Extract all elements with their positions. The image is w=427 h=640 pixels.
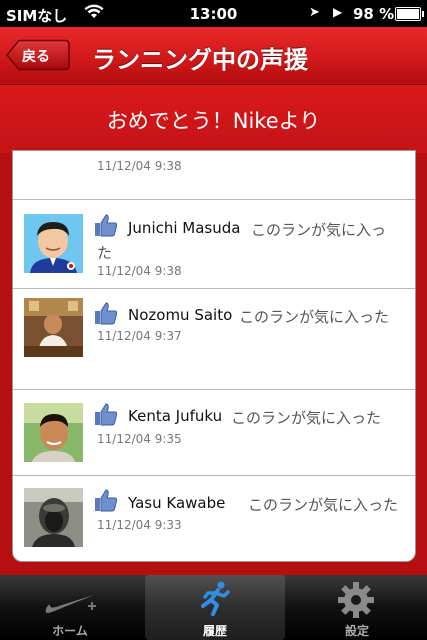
timestamp: 11/12/04 9:37 <box>97 329 182 343</box>
back-button[interactable]: 戻る <box>6 39 70 71</box>
list-item[interactable]: Junichi Masuda このランが気に入っ た 11/12/04 9:38 <box>13 200 415 289</box>
status-bar: SIMなし 13:00 ➤ ▶ 98 % <box>0 0 427 27</box>
cheer-message-continued: た <box>97 244 113 262</box>
tab-bar: ホーム 履歴 設定 <box>0 575 427 640</box>
battery-icon <box>395 7 424 21</box>
list-item[interactable]: Kenta Jufuku このランが気に入った 11/12/04 9:35 <box>13 390 415 476</box>
tab-settings[interactable]: 設定 <box>287 575 427 640</box>
page-title: ランニング中の声援 <box>92 46 308 74</box>
banner-text: おめでとう！Nikeより <box>106 109 321 133</box>
tab-home[interactable]: ホーム <box>0 575 140 640</box>
cheer-message: このランが気に入った <box>231 409 382 427</box>
timestamp: 11/12/04 9:38 <box>97 159 182 173</box>
timestamp: 11/12/04 9:33 <box>97 518 182 532</box>
like-thumb-icon <box>95 302 118 325</box>
list-item[interactable]: 11/12/04 9:38 <box>13 151 415 200</box>
gear-icon <box>338 582 374 618</box>
like-thumb-icon <box>95 214 118 237</box>
battery-percent: 98 % <box>353 5 395 23</box>
play-icon: ▶ <box>333 5 343 19</box>
navigation-bar: 戻る ランニング中の声援 <box>0 27 427 85</box>
list-item[interactable]: Yasu Kawabe このランが気に入った 11/12/04 9:33 <box>13 476 415 561</box>
avatar <box>24 403 83 462</box>
location-icon: ➤ <box>309 5 320 20</box>
avatar <box>24 488 83 547</box>
like-thumb-icon <box>95 489 118 512</box>
user-name: Kenta Jufuku <box>128 407 223 425</box>
tab-settings-label: 設定 <box>344 624 369 638</box>
timestamp: 11/12/04 9:38 <box>97 264 182 278</box>
back-button-label: 戻る <box>22 49 50 65</box>
avatar <box>24 298 83 357</box>
user-name: Nozomu Saito <box>128 306 233 324</box>
tab-home-label: ホーム <box>52 624 88 638</box>
nike-swoosh-icon <box>45 595 96 613</box>
runner-icon <box>201 581 230 616</box>
cheers-list[interactable]: 11/12/04 9:38 Junichi Masuda このランが気に入っ た… <box>12 150 416 562</box>
like-thumb-icon <box>95 403 118 426</box>
list-item[interactable]: Nozomu Saito このランが気に入った 11/12/04 9:37 <box>13 289 415 390</box>
cheer-message: このランが気に入った <box>239 308 390 326</box>
user-name: Junichi Masuda <box>128 219 241 237</box>
tab-history[interactable]: 履歴 <box>145 575 285 640</box>
timestamp: 11/12/04 9:35 <box>97 432 182 446</box>
cheer-message: このランが気に入っ <box>251 221 387 239</box>
cheer-message: このランが気に入った <box>248 496 399 514</box>
avatar <box>24 214 83 273</box>
cheer-banner: おめでとう！Nikeより <box>0 85 427 153</box>
user-name: Yasu Kawabe <box>128 494 226 512</box>
tab-history-label: 履歴 <box>202 624 227 638</box>
